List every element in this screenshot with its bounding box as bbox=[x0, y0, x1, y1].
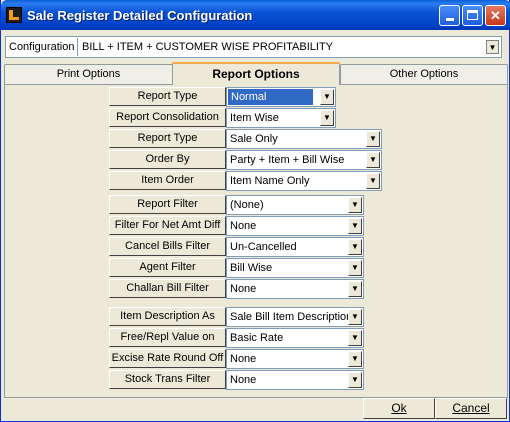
minimize-button[interactable] bbox=[439, 5, 460, 26]
item-description-as-label: Item Description As bbox=[109, 307, 226, 326]
cancel-bills-filter-select[interactable]: Un-Cancelled ▼ bbox=[226, 237, 364, 257]
free-repl-value-select[interactable]: Basic Rate ▼ bbox=[226, 328, 364, 348]
cancel-bills-filter-label: Cancel Bills Filter bbox=[109, 237, 226, 256]
button-bar: Ok Cancel bbox=[1, 398, 509, 420]
chevron-down-icon[interactable]: ▼ bbox=[348, 330, 362, 346]
filter-net-amt-diff-value: None bbox=[230, 220, 257, 232]
chevron-down-icon[interactable]: ▼ bbox=[366, 152, 380, 168]
close-icon: ✕ bbox=[490, 8, 501, 23]
report-consolidation-value: Item Wise bbox=[230, 112, 279, 124]
chevron-down-icon[interactable]: ▼ bbox=[320, 89, 334, 105]
report-type-value: Normal bbox=[228, 89, 313, 105]
configuration-row: Configuration BILL + ITEM + CUSTOMER WIS… bbox=[5, 36, 502, 58]
excise-rate-round-off-select[interactable]: None ▼ bbox=[226, 349, 364, 369]
item-description-as-value: Sale Bill Item Description bbox=[230, 311, 353, 323]
item-order-label: Item Order bbox=[109, 171, 226, 190]
stock-trans-filter-select[interactable]: None ▼ bbox=[226, 370, 364, 390]
filter-net-amt-diff-label: Filter For Net Amt Diff bbox=[109, 216, 226, 235]
maximize-button[interactable] bbox=[462, 5, 483, 26]
ok-button-label: Ok bbox=[391, 401, 407, 415]
agent-filter-label: Agent Filter bbox=[109, 258, 226, 277]
chevron-down-icon[interactable]: ▼ bbox=[348, 309, 362, 325]
chevron-down-icon[interactable]: ▼ bbox=[366, 173, 380, 189]
chevron-down-icon[interactable]: ▼ bbox=[348, 239, 362, 255]
configuration-select[interactable]: BILL + ITEM + CUSTOMER WISE PROFITABILIT… bbox=[77, 38, 500, 56]
order-by-label: Order By bbox=[109, 150, 226, 169]
window-title: Sale Register Detailed Configuration bbox=[27, 8, 253, 23]
agent-filter-value: Bill Wise bbox=[230, 262, 273, 274]
report-type-label: Report Type bbox=[109, 87, 226, 106]
chevron-down-icon[interactable]: ▼ bbox=[348, 218, 362, 234]
challan-bill-filter-value: None bbox=[230, 283, 257, 295]
report-filter-value: (None) bbox=[230, 199, 264, 211]
order-by-select[interactable]: Party + Item + Bill Wise ▼ bbox=[226, 150, 382, 170]
report-consolidation-label: Report Consolidation bbox=[109, 108, 226, 127]
cancel-bills-filter-value: Un-Cancelled bbox=[230, 241, 297, 253]
tab-report-options[interactable]: Report Options bbox=[172, 62, 340, 85]
filter-net-amt-diff-select[interactable]: None ▼ bbox=[226, 216, 364, 236]
chevron-down-icon[interactable]: ▼ bbox=[348, 281, 362, 297]
maximize-icon bbox=[467, 10, 478, 20]
chevron-down-icon[interactable]: ▼ bbox=[486, 40, 499, 54]
configuration-label: Configuration bbox=[9, 41, 75, 53]
minimize-icon bbox=[445, 18, 454, 21]
tab-other-options[interactable]: Other Options bbox=[340, 64, 508, 85]
report-type-2-value: Sale Only bbox=[230, 133, 278, 145]
tab-strip: Print Options Report Options Other Optio… bbox=[4, 62, 508, 85]
report-options-panel: Report Type Normal ▼ Report Consolidatio… bbox=[4, 84, 508, 398]
item-order-select[interactable]: Item Name Only ▼ bbox=[226, 171, 382, 191]
free-repl-value-value: Basic Rate bbox=[230, 332, 284, 344]
report-consolidation-select[interactable]: Item Wise ▼ bbox=[226, 108, 336, 128]
app-logo-icon bbox=[6, 7, 22, 23]
chevron-down-icon[interactable]: ▼ bbox=[366, 131, 380, 147]
ok-button[interactable]: Ok bbox=[363, 398, 435, 419]
title-bar[interactable]: Sale Register Detailed Configuration ✕ bbox=[1, 0, 510, 30]
challan-bill-filter-label: Challan Bill Filter bbox=[109, 279, 226, 298]
chevron-down-icon[interactable]: ▼ bbox=[320, 110, 334, 126]
free-repl-value-label: Free/Repl Value on bbox=[109, 328, 226, 347]
item-description-as-select[interactable]: Sale Bill Item Description ▼ bbox=[226, 307, 364, 327]
configuration-value: BILL + ITEM + CUSTOMER WISE PROFITABILIT… bbox=[82, 41, 334, 53]
agent-filter-select[interactable]: Bill Wise ▼ bbox=[226, 258, 364, 278]
cancel-button-label: Cancel bbox=[452, 401, 490, 415]
report-filter-select[interactable]: (None) ▼ bbox=[226, 195, 364, 215]
report-type-2-select[interactable]: Sale Only ▼ bbox=[226, 129, 382, 149]
excise-rate-round-off-label: Excise Rate Round Off bbox=[109, 349, 226, 368]
item-order-value: Item Name Only bbox=[230, 175, 310, 187]
chevron-down-icon[interactable]: ▼ bbox=[348, 351, 362, 367]
stock-trans-filter-label: Stock Trans Filter bbox=[109, 370, 226, 389]
report-type-select[interactable]: Normal ▼ bbox=[226, 87, 336, 107]
chevron-down-icon[interactable]: ▼ bbox=[348, 372, 362, 388]
cancel-button[interactable]: Cancel bbox=[435, 398, 507, 419]
chevron-down-icon[interactable]: ▼ bbox=[348, 197, 362, 213]
tab-print-options[interactable]: Print Options bbox=[4, 64, 173, 85]
report-filter-label: Report Filter bbox=[109, 195, 226, 214]
stock-trans-filter-value: None bbox=[230, 374, 257, 386]
excise-rate-round-off-value: None bbox=[230, 353, 257, 365]
dialog-window: Sale Register Detailed Configuration ✕ C… bbox=[0, 0, 510, 422]
order-by-value: Party + Item + Bill Wise bbox=[230, 154, 345, 166]
report-type-2-label: Report Type bbox=[109, 129, 226, 148]
chevron-down-icon[interactable]: ▼ bbox=[348, 260, 362, 276]
challan-bill-filter-select[interactable]: None ▼ bbox=[226, 279, 364, 299]
close-button[interactable]: ✕ bbox=[485, 5, 506, 26]
